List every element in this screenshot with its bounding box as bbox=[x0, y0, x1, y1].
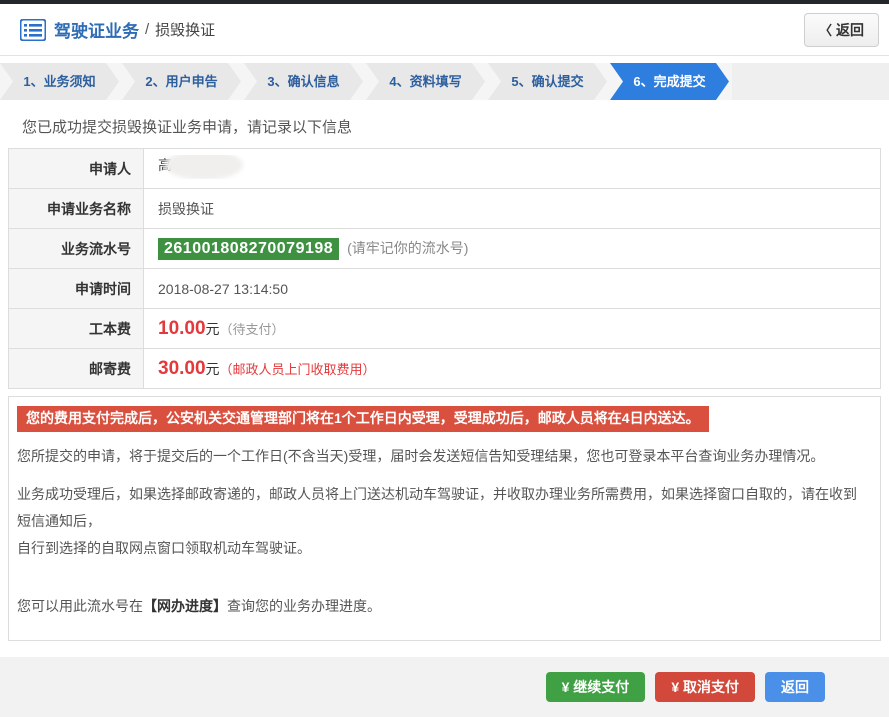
table-row-postage-fee: 邮寄费 30.00元（邮政人员上门收取费用） bbox=[9, 349, 881, 389]
notice-paragraph-1: 您所提交的申请，将于提交后的一个工作日(不含当天)受理，届时会发送短信告知受理结… bbox=[17, 443, 868, 470]
steps-filler bbox=[732, 63, 889, 100]
back-button-label: 返回 bbox=[836, 20, 864, 40]
table-row-serial: 业务流水号 261001808270079198 (请牢记你的流水号) bbox=[9, 229, 881, 269]
payment-warning-banner: 您的费用支付完成后，公安机关交通管理部门将在1个工作日内受理，受理成功后，邮政人… bbox=[17, 406, 709, 432]
row-label: 申请业务名称 bbox=[9, 189, 144, 229]
production-fee-amount: 10.00 bbox=[158, 318, 206, 339]
serial-number-badge: 261001808270079198 bbox=[158, 238, 339, 260]
notice-paragraph-2: 业务成功受理后，如果选择邮政寄递的，邮政人员将上门送达机动车驾驶证，并收取办理业… bbox=[17, 481, 868, 563]
step-5-confirm-submit: 5、确认提交 bbox=[488, 63, 607, 100]
breadcrumb-separator: / bbox=[145, 21, 149, 38]
notice-box: 您的费用支付完成后，公安机关交通管理部门将在1个工作日内受理，受理成功后，邮政人… bbox=[8, 396, 881, 641]
applicant-name-masked: 高 bbox=[158, 155, 268, 179]
row-label: 工本费 bbox=[9, 309, 144, 349]
main-content: 您已成功提交损毁换证业务申请，请记录以下信息 申请人 高 申请业务名称 损毁换证… bbox=[0, 116, 889, 641]
cancel-payment-button[interactable]: ¥ 取消支付 bbox=[655, 672, 755, 702]
serial-note: (请牢记你的流水号) bbox=[347, 240, 468, 256]
fee-unit: 元 bbox=[206, 321, 220, 337]
success-message: 您已成功提交损毁换证业务申请，请记录以下信息 bbox=[22, 116, 881, 137]
production-fee-note: （待支付） bbox=[220, 322, 285, 337]
chevron-left-icon: 〈 bbox=[819, 20, 832, 39]
postage-fee-note: （邮政人员上门收取费用） bbox=[220, 362, 376, 377]
progress-query-reference: 【网办进度】 bbox=[143, 598, 227, 614]
row-label: 申请人 bbox=[9, 149, 144, 189]
apply-time-value: 2018-08-27 13:14:50 bbox=[144, 269, 881, 309]
table-row-business-name: 申请业务名称 损毁换证 bbox=[9, 189, 881, 229]
list-icon bbox=[20, 19, 46, 41]
table-row-applicant: 申请人 高 bbox=[9, 149, 881, 189]
application-info-table: 申请人 高 申请业务名称 损毁换证 业务流水号 2610018082700791… bbox=[8, 148, 881, 389]
postage-fee-amount: 30.00 bbox=[158, 358, 206, 379]
step-1-business-notice: 1、业务须知 bbox=[0, 63, 119, 100]
step-3-confirm-info: 3、确认信息 bbox=[244, 63, 363, 100]
fee-unit: 元 bbox=[206, 361, 220, 377]
row-label: 申请时间 bbox=[9, 269, 144, 309]
blur-redaction bbox=[165, 155, 243, 179]
page-title: 驾驶证业务 bbox=[54, 17, 139, 42]
table-row-production-fee: 工本费 10.00元（待支付） bbox=[9, 309, 881, 349]
row-label: 业务流水号 bbox=[9, 229, 144, 269]
table-row-apply-time: 申请时间 2018-08-27 13:14:50 bbox=[9, 269, 881, 309]
wizard-steps: 1、业务须知 2、用户申告 3、确认信息 4、资料填写 5、确认提交 6、完成提… bbox=[0, 63, 889, 100]
page-header: 驾驶证业务 / 损毁换证 〈 返回 bbox=[0, 4, 889, 55]
continue-payment-button[interactable]: ¥ 继续支付 bbox=[546, 672, 646, 702]
step-4-fill-materials: 4、资料填写 bbox=[366, 63, 485, 100]
back-button-bottom[interactable]: 返回 bbox=[765, 672, 825, 702]
footer-action-bar: ¥ 继续支付 ¥ 取消支付 返回 bbox=[0, 657, 889, 717]
notice-paragraph-3: 您可以用此流水号在【网办进度】查询您的业务办理进度。 bbox=[17, 593, 868, 620]
back-button-top[interactable]: 〈 返回 bbox=[804, 13, 879, 47]
step-6-complete-submit: 6、完成提交 bbox=[610, 63, 729, 100]
header-divider bbox=[0, 55, 889, 56]
breadcrumb-current: 损毁换证 bbox=[155, 19, 215, 40]
step-2-user-declaration: 2、用户申告 bbox=[122, 63, 241, 100]
business-name-value: 损毁换证 bbox=[144, 189, 881, 229]
row-label: 邮寄费 bbox=[9, 349, 144, 389]
